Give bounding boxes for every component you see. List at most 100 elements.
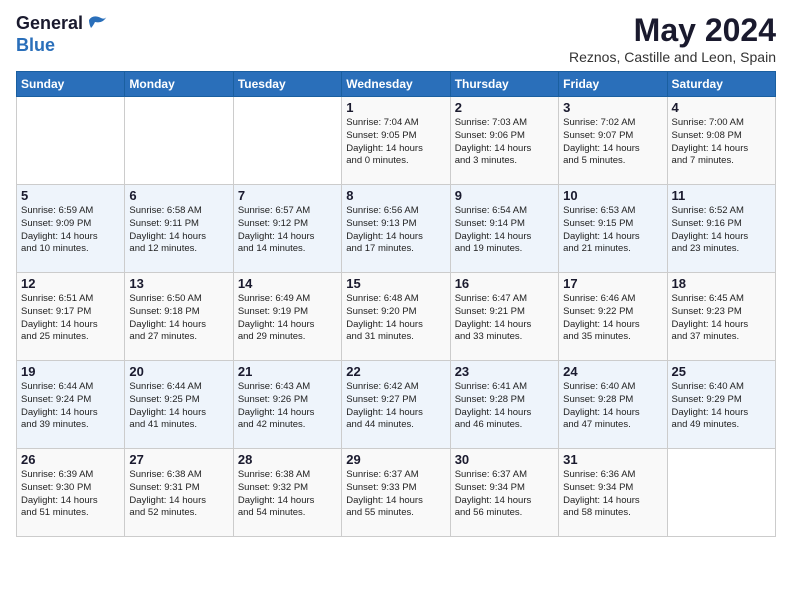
day-info: Sunrise: 7:02 AMSunset: 9:07 PMDaylight:… — [563, 117, 662, 168]
day-info: Sunrise: 6:44 AMSunset: 9:25 PMDaylight:… — [129, 381, 228, 432]
weekday-header-thursday: Thursday — [450, 72, 558, 97]
calendar-cell: 2Sunrise: 7:03 AMSunset: 9:06 PMDaylight… — [450, 97, 558, 185]
day-info: Sunrise: 6:41 AMSunset: 9:28 PMDaylight:… — [455, 381, 554, 432]
calendar-cell: 10 Sunrise: 6:53 AMSunset: 9:15 PMDayligh… — [559, 185, 667, 273]
day-info: Sunrise: 6:49 AMSunset: 9:19 PMDaylight:… — [238, 293, 337, 344]
day-number: 30 — [455, 452, 554, 467]
calendar-cell: 3Sunrise: 7:02 AMSunset: 9:07 PMDaylight… — [559, 97, 667, 185]
day-number: 7 — [238, 188, 337, 203]
calendar-cell: 31Sunrise: 6:36 AMSunset: 9:34 PMDayligh… — [559, 449, 667, 537]
calendar-week-row: 1 Sunrise: 7:04 AMSunset: 9:05 PMDaylight… — [17, 97, 776, 185]
day-number: 25 — [672, 364, 771, 379]
day-number: 23 — [455, 364, 554, 379]
calendar-cell: 15 Sunrise: 6:48 AMSunset: 9:20 PMDayligh… — [342, 273, 450, 361]
day-info: Sunrise: 6:45 AMSunset: 9:23 PMDaylight:… — [672, 293, 771, 344]
calendar-cell: 29 Sunrise: 6:37 AMSunset: 9:33 PMDayligh… — [342, 449, 450, 537]
calendar-cell: 14 Sunrise: 6:49 AMSunset: 9:19 PMDayligh… — [233, 273, 341, 361]
logo-text-blue: Blue — [16, 35, 55, 55]
calendar-cell: 16 Sunrise: 6:47 AMSunset: 9:21 PMDayligh… — [450, 273, 558, 361]
day-info: Sunrise: 6:53 AMSunset: 9:15 PMDaylight:… — [563, 205, 662, 256]
day-number: 13 — [129, 276, 228, 291]
calendar-cell: 30Sunrise: 6:37 AMSunset: 9:34 PMDayligh… — [450, 449, 558, 537]
calendar-cell: 24 Sunrise: 6:40 AMSunset: 9:28 PMDayligh… — [559, 361, 667, 449]
day-info: Sunrise: 7:03 AMSunset: 9:06 PMDaylight:… — [455, 117, 554, 168]
page: General Blue May 2024 Reznos, Castille a… — [0, 0, 792, 545]
day-number: 28 — [238, 452, 337, 467]
day-number: 6 — [129, 188, 228, 203]
logo: General Blue — [16, 12, 109, 56]
day-info: Sunrise: 6:59 AMSunset: 9:09 PMDaylight:… — [21, 205, 120, 256]
weekday-header-monday: Monday — [125, 72, 233, 97]
calendar-cell: 26Sunrise: 6:39 AMSunset: 9:30 PMDayligh… — [17, 449, 125, 537]
calendar-cell: 20 Sunrise: 6:44 AMSunset: 9:25 PMDayligh… — [125, 361, 233, 449]
day-info: Sunrise: 7:00 AMSunset: 9:08 PMDaylight:… — [672, 117, 771, 168]
day-info: Sunrise: 6:52 AMSunset: 9:16 PMDaylight:… — [672, 205, 771, 256]
day-info: Sunrise: 6:44 AMSunset: 9:24 PMDaylight:… — [21, 381, 120, 432]
calendar-cell: 12Sunrise: 6:51 AMSunset: 9:17 PMDayligh… — [17, 273, 125, 361]
day-number: 8 — [346, 188, 445, 203]
day-number: 27 — [129, 452, 228, 467]
calendar-cell: 6 Sunrise: 6:58 AMSunset: 9:11 PMDaylight… — [125, 185, 233, 273]
calendar-cell: 18 Sunrise: 6:45 AMSunset: 9:23 PMDayligh… — [667, 273, 775, 361]
day-info: Sunrise: 6:40 AMSunset: 9:28 PMDaylight:… — [563, 381, 662, 432]
calendar-week-row: 5Sunrise: 6:59 AMSunset: 9:09 PMDaylight… — [17, 185, 776, 273]
calendar-cell — [667, 449, 775, 537]
day-number: 16 — [455, 276, 554, 291]
calendar-week-row: 12Sunrise: 6:51 AMSunset: 9:17 PMDayligh… — [17, 273, 776, 361]
day-info: Sunrise: 6:46 AMSunset: 9:22 PMDaylight:… — [563, 293, 662, 344]
calendar-table: SundayMondayTuesdayWednesdayThursdayFrid… — [16, 71, 776, 537]
day-info: Sunrise: 7:04 AMSunset: 9:05 PMDaylight:… — [346, 117, 445, 168]
day-number: 10 — [563, 188, 662, 203]
day-number: 17 — [563, 276, 662, 291]
title-block: May 2024 Reznos, Castille and Leon, Spai… — [569, 12, 776, 65]
calendar-cell: 17 Sunrise: 6:46 AMSunset: 9:22 PMDayligh… — [559, 273, 667, 361]
logo-text-general: General — [16, 14, 83, 34]
weekday-header-sunday: Sunday — [17, 72, 125, 97]
day-number: 24 — [563, 364, 662, 379]
day-number: 18 — [672, 276, 771, 291]
day-number: 26 — [21, 452, 120, 467]
logo-bird-icon — [85, 12, 109, 36]
day-number: 20 — [129, 364, 228, 379]
day-number: 22 — [346, 364, 445, 379]
day-info: Sunrise: 6:37 AMSunset: 9:33 PMDaylight:… — [346, 469, 445, 520]
subtitle: Reznos, Castille and Leon, Spain — [569, 49, 776, 65]
main-title: May 2024 — [569, 12, 776, 49]
calendar-cell: 27 Sunrise: 6:38 AMSunset: 9:31 PMDayligh… — [125, 449, 233, 537]
day-number: 14 — [238, 276, 337, 291]
day-info: Sunrise: 6:54 AMSunset: 9:14 PMDaylight:… — [455, 205, 554, 256]
weekday-header-row: SundayMondayTuesdayWednesdayThursdayFrid… — [17, 72, 776, 97]
calendar-cell: 19Sunrise: 6:44 AMSunset: 9:24 PMDayligh… — [17, 361, 125, 449]
calendar-cell: 13Sunrise: 6:50 AMSunset: 9:18 PMDayligh… — [125, 273, 233, 361]
day-info: Sunrise: 6:47 AMSunset: 9:21 PMDaylight:… — [455, 293, 554, 344]
calendar-cell: 21 Sunrise: 6:43 AMSunset: 9:26 PMDayligh… — [233, 361, 341, 449]
calendar-cell: 25 Sunrise: 6:40 AMSunset: 9:29 PMDayligh… — [667, 361, 775, 449]
day-number: 29 — [346, 452, 445, 467]
day-number: 21 — [238, 364, 337, 379]
calendar-week-row: 26Sunrise: 6:39 AMSunset: 9:30 PMDayligh… — [17, 449, 776, 537]
calendar-cell — [233, 97, 341, 185]
day-info: Sunrise: 6:40 AMSunset: 9:29 PMDaylight:… — [672, 381, 771, 432]
day-number: 15 — [346, 276, 445, 291]
day-number: 31 — [563, 452, 662, 467]
day-info: Sunrise: 6:38 AMSunset: 9:31 PMDaylight:… — [129, 469, 228, 520]
weekday-header-friday: Friday — [559, 72, 667, 97]
calendar-cell: 22Sunrise: 6:42 AMSunset: 9:27 PMDayligh… — [342, 361, 450, 449]
day-info: Sunrise: 6:51 AMSunset: 9:17 PMDaylight:… — [21, 293, 120, 344]
calendar-body: 1 Sunrise: 7:04 AMSunset: 9:05 PMDaylight… — [17, 97, 776, 537]
day-info: Sunrise: 6:56 AMSunset: 9:13 PMDaylight:… — [346, 205, 445, 256]
day-info: Sunrise: 6:48 AMSunset: 9:20 PMDaylight:… — [346, 293, 445, 344]
day-info: Sunrise: 6:43 AMSunset: 9:26 PMDaylight:… — [238, 381, 337, 432]
day-info: Sunrise: 6:57 AMSunset: 9:12 PMDaylight:… — [238, 205, 337, 256]
header: General Blue May 2024 Reznos, Castille a… — [16, 12, 776, 65]
day-number: 11 — [672, 188, 771, 203]
day-number: 1 — [346, 100, 445, 115]
calendar-cell: 23 Sunrise: 6:41 AMSunset: 9:28 PMDayligh… — [450, 361, 558, 449]
calendar-header: SundayMondayTuesdayWednesdayThursdayFrid… — [17, 72, 776, 97]
day-info: Sunrise: 6:58 AMSunset: 9:11 PMDaylight:… — [129, 205, 228, 256]
calendar-week-row: 19Sunrise: 6:44 AMSunset: 9:24 PMDayligh… — [17, 361, 776, 449]
calendar-cell: 11 Sunrise: 6:52 AMSunset: 9:16 PMDayligh… — [667, 185, 775, 273]
day-number: 9 — [455, 188, 554, 203]
day-info: Sunrise: 6:38 AMSunset: 9:32 PMDaylight:… — [238, 469, 337, 520]
day-number: 4 — [672, 100, 771, 115]
